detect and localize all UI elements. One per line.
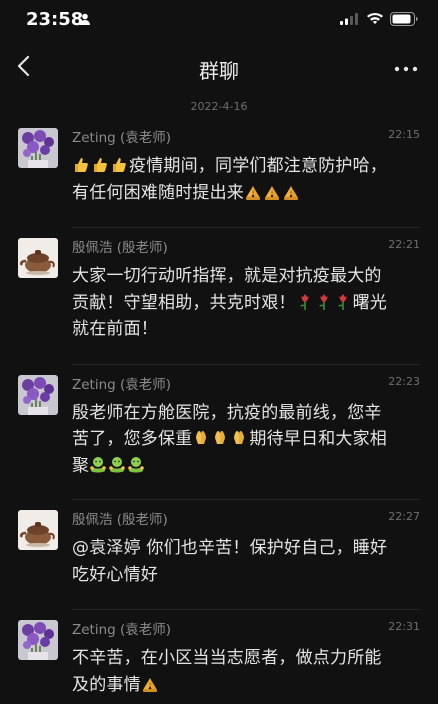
- message-text-segment: 聚: [72, 455, 90, 476]
- more-options-icon[interactable]: [394, 66, 418, 72]
- message-text-segment: 贡献！守望相助，共克时艰！: [72, 292, 296, 313]
- thumbs-up-icon: [110, 156, 128, 174]
- message-time: 22:15: [388, 128, 420, 141]
- sender-name[interactable]: Zeting (袁老师): [72, 126, 171, 146]
- avatar[interactable]: [18, 238, 58, 278]
- date-separator: 2022-4-16: [190, 100, 248, 113]
- wifi-icon: [367, 12, 383, 24]
- message-time: 22:31: [388, 620, 420, 633]
- rose-icon: [334, 293, 352, 311]
- message-time: 22:21: [388, 238, 420, 251]
- avatar[interactable]: [18, 620, 58, 660]
- folded-hands-icon: [211, 429, 229, 447]
- sender-name[interactable]: 殷佩浩 (殷老师): [72, 236, 168, 256]
- chat-message: 殷佩浩 (殷老师) 22:27 @袁泽婷 你们也辛苦！保护好自己，睡好 吃好心情…: [18, 500, 420, 609]
- message-text-segment: 苦了，您多保重: [72, 429, 193, 449]
- hug-icon: [89, 456, 107, 474]
- folded-hands-icon: [192, 429, 210, 447]
- message-text-segment: 就在前面！: [72, 319, 158, 339]
- chat-message: Zeting (袁老师) 22:23 殷老师在方舱医院，抗疫的最前线，您辛 苦了…: [18, 365, 420, 500]
- sender-name[interactable]: Zeting (袁老师): [72, 373, 171, 393]
- chat-message: 殷佩浩 (殷老师) 22:21 大家一切行动听指挥，就是对抗疫最大的 贡献！守望…: [18, 228, 420, 364]
- praying-hands-icon: [282, 183, 300, 201]
- sender-name[interactable]: 殷佩浩 (殷老师): [72, 508, 168, 528]
- status-time: 23:58: [26, 9, 84, 30]
- status-bar: 23:58: [0, 0, 438, 38]
- message-text-segment: 曙光: [352, 292, 388, 313]
- avatar[interactable]: [18, 128, 58, 168]
- message-time: 22:27: [388, 510, 420, 523]
- message-text-segment: 殷老师在方舱医院，抗疫的最前线，您辛: [72, 402, 382, 423]
- hug-icon: [127, 456, 145, 474]
- hug-icon: [108, 456, 126, 474]
- nav-bar: 群聊: [0, 38, 438, 98]
- folded-hands-icon: [230, 429, 248, 447]
- message-text-segment: 吃好心情好: [72, 564, 158, 585]
- message-text-segment: 期待早日和大家相: [249, 429, 388, 449]
- avatar[interactable]: [18, 510, 58, 550]
- thumbs-up-icon: [72, 156, 90, 174]
- rose-icon: [296, 293, 314, 311]
- avatar[interactable]: [18, 375, 58, 415]
- sender-name[interactable]: Zeting (袁老师): [72, 618, 171, 638]
- message-text-segment: 大家一切行动听指挥，就是对抗疫最大的: [72, 266, 382, 286]
- rose-icon: [315, 293, 333, 311]
- message-text-segment: 及的事情: [72, 674, 141, 695]
- message-text-segment: 有任何困难随时提出来: [72, 182, 244, 203]
- message-text-segment: 不辛苦，在小区当当志愿者，做点力所能: [72, 648, 382, 668]
- message-text-segment: 疫情期间，同学们都注意防护哈，: [129, 156, 387, 176]
- message-time: 22:23: [388, 374, 420, 388]
- praying-hands-icon: [244, 183, 262, 201]
- praying-hands-icon: [263, 183, 281, 201]
- chat-title: 群聊: [199, 59, 239, 83]
- thumbs-up-icon: [91, 156, 109, 174]
- chat-message: Zeting (袁老师) 22:15 疫情期间，同学们都注意防护哈， 有任何困难…: [18, 118, 420, 227]
- message-text-segment: @袁泽婷 你们也辛苦！保护好自己，睡好: [72, 538, 388, 558]
- praying-hands-icon: [141, 675, 159, 693]
- chat-message: Zeting (袁老师) 22:31 不辛苦，在小区当当志愿者，做点力所能 及的…: [18, 610, 420, 698]
- battery-icon: [390, 12, 418, 26]
- cellular-signal-icon: [340, 13, 358, 25]
- person-icon: [80, 13, 90, 25]
